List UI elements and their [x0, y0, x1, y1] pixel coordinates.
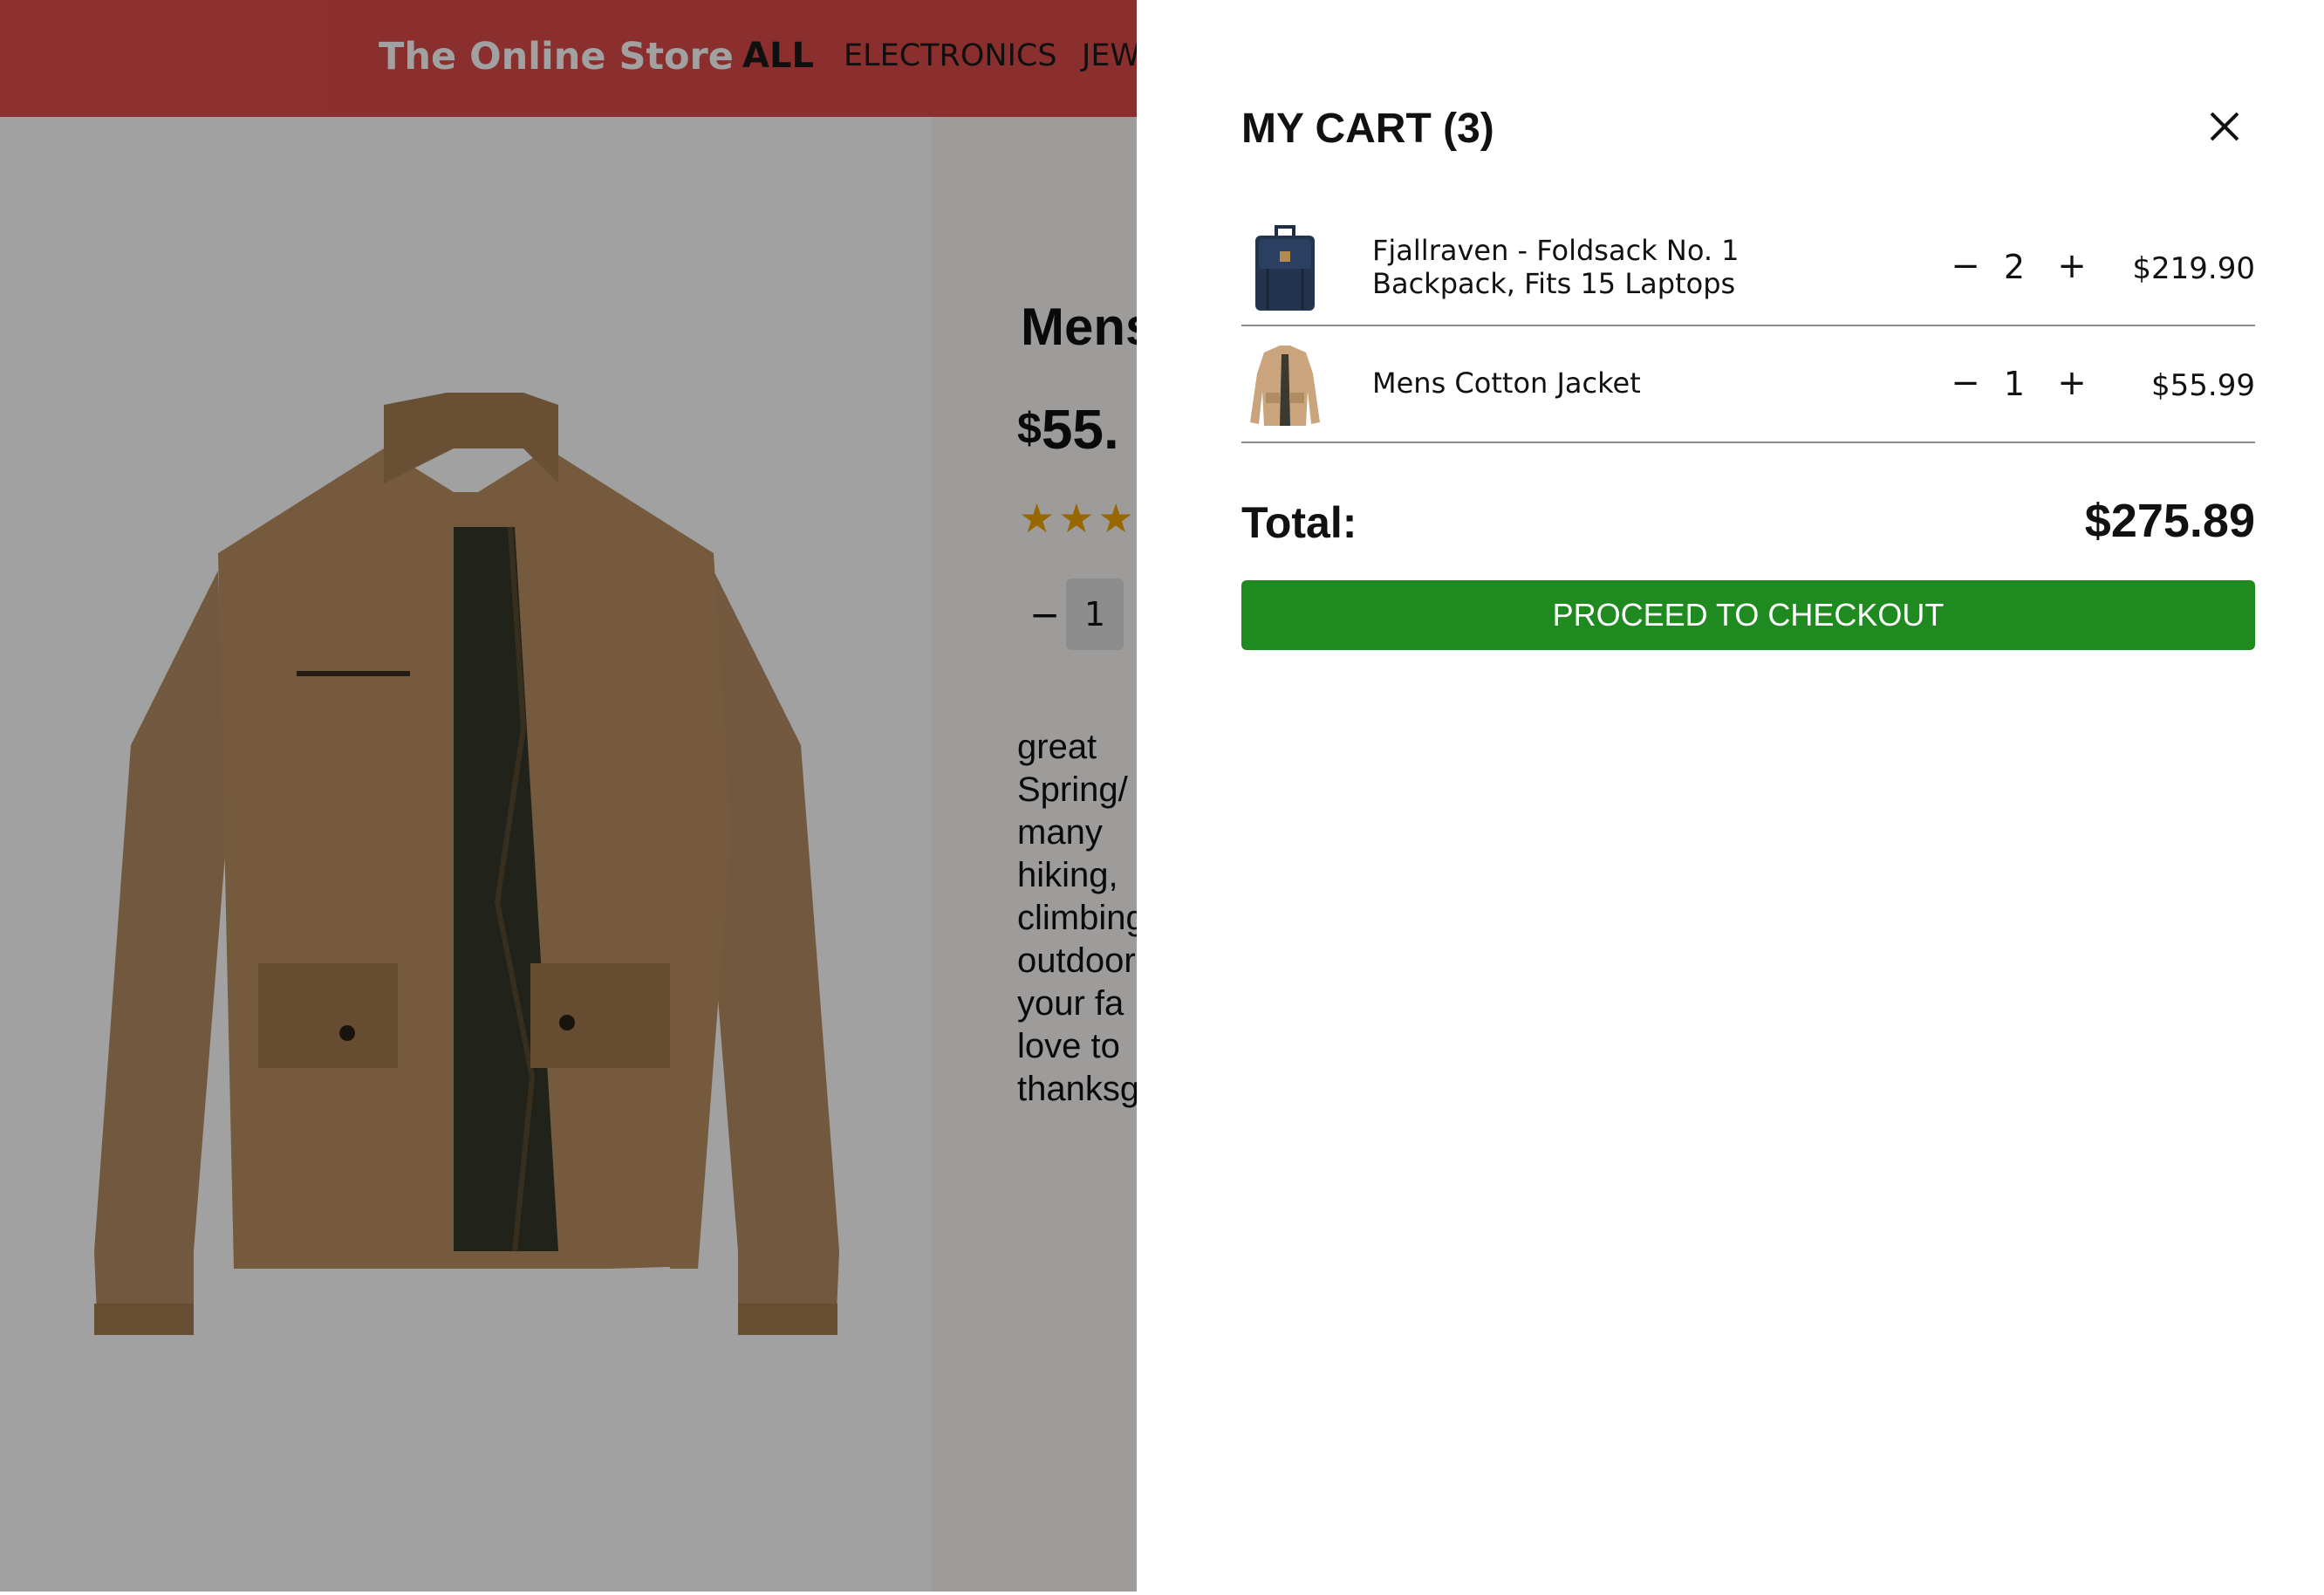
qty-decrease-button[interactable]: − — [1948, 249, 1983, 284]
cart-item-name[interactable]: Fjallraven - Foldsack No. 1 Backpack, Fi… — [1372, 234, 1861, 300]
qty-increase-button[interactable]: + — [2054, 249, 2089, 284]
cart-item-qty: 1 — [2003, 365, 2026, 403]
cart-item-qty: 2 — [2003, 248, 2026, 286]
cart-drawer: MY CART (3) Fjallraven - Foldsack No. 1 … — [1137, 0, 2324, 1592]
qty-increase-button[interactable]: + — [2054, 366, 2089, 401]
cart-item-price: $219.90 — [2132, 251, 2255, 286]
backpack-thumbnail — [1241, 222, 1329, 312]
jacket-thumbnail — [1241, 339, 1329, 429]
checkout-button[interactable]: PROCEED TO CHECKOUT — [1241, 580, 2255, 650]
total-value: $275.89 — [2084, 495, 2255, 547]
close-icon[interactable] — [2203, 105, 2246, 148]
cart-title: MY CART (3) — [1241, 106, 1494, 152]
qty-decrease-button[interactable]: − — [1948, 366, 1983, 401]
cart-item-row: Mens Cotton Jacket − 1 + $55.99 — [1241, 326, 2255, 443]
cart-item-row: Fjallraven - Foldsack No. 1 Backpack, Fi… — [1241, 209, 2255, 326]
cart-item-price: $55.99 — [2151, 368, 2255, 403]
total-label: Total: — [1241, 498, 1357, 547]
cart-item-name[interactable]: Mens Cotton Jacket — [1372, 366, 1861, 400]
modal-backdrop[interactable] — [0, 0, 1137, 1592]
